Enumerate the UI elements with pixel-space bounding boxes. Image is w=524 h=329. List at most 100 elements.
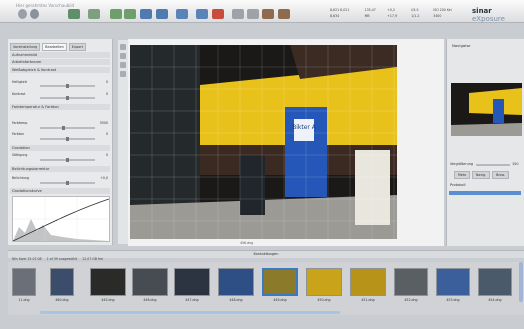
print-icon[interactable] (262, 9, 274, 19)
thumbnail[interactable] (436, 268, 470, 296)
picker-tool-icon[interactable] (120, 71, 126, 77)
thumbnail[interactable] (132, 268, 168, 296)
thumbnail[interactable] (174, 268, 210, 296)
thumbnail[interactable] (12, 268, 36, 296)
navigator-thumb-graphic (451, 83, 522, 136)
navigator-title: Navigator (452, 43, 471, 48)
saettigung-slider[interactable] (40, 158, 95, 162)
preview-caption: 456.dng (240, 241, 254, 245)
param-value: +0,0 (100, 176, 108, 180)
zoom-label: Vergrößerung (450, 162, 474, 166)
slider-knob[interactable] (66, 158, 69, 162)
belichtung-slider[interactable] (40, 181, 95, 185)
curve-graphic (12, 197, 110, 242)
preview-image[interactable]: Bikter A (130, 45, 397, 239)
app-logo: sinar eXposure (472, 7, 524, 23)
zoom-slider[interactable] (476, 164, 510, 166)
forward2-icon[interactable] (124, 9, 136, 19)
window-title: Hier gerahmtes Vorschaubild (16, 3, 75, 8)
thumbnail-filename: 448.dng (229, 298, 243, 302)
tab-navig[interactable]: Navig. (471, 171, 491, 179)
curve-histogram[interactable] (12, 196, 110, 242)
zoom-value: 100 (512, 162, 519, 166)
import-icon[interactable] (88, 9, 100, 19)
param-value: 0 (105, 92, 108, 96)
tab-meta[interactable]: Meta (454, 171, 470, 179)
filmstrip-info-2: 1 of 39 ausgewählt (46, 257, 78, 261)
thumbnail[interactable] (306, 268, 342, 296)
protocol-selected-entry[interactable] (449, 191, 521, 195)
section-weissabgleich[interactable]: Weißabgleich & Kontrast (10, 67, 110, 73)
forward-icon[interactable] (110, 9, 122, 19)
slider-knob[interactable] (66, 96, 69, 100)
hand-tool-icon[interactable] (120, 44, 126, 50)
navigator-thumbnail[interactable] (451, 83, 522, 136)
section-belichtung[interactable]: Belichtungskorrektur (10, 166, 110, 172)
param-value: 0 (105, 153, 108, 157)
exif-readouts: 8,621 6,021 8,634 135,47 MB +0,2 +17,9 f… (330, 7, 460, 19)
crop-tool-icon[interactable] (120, 62, 126, 68)
thumbnail[interactable] (90, 268, 126, 296)
slider-knob[interactable] (66, 137, 69, 141)
undo-icon[interactable] (232, 9, 244, 19)
thumbnail-selected[interactable] (262, 268, 298, 296)
rotate-left-icon[interactable] (140, 9, 152, 19)
thumbnail[interactable] (350, 268, 386, 296)
thumbnail-filename: 452.dng (404, 298, 418, 302)
thumbnail-filename: 11.dng (18, 298, 30, 302)
open-icon[interactable] (30, 9, 39, 19)
logo-product: eXposure (472, 15, 505, 23)
filmstrip-info-3: 12,07 GB frei (82, 257, 104, 261)
view-mode-icon[interactable] (176, 9, 188, 19)
slider-knob[interactable] (66, 181, 69, 185)
capture-icon[interactable] (68, 9, 80, 19)
right-panel-tabs: Meta Navig. Brow. (454, 171, 509, 179)
rotate-right-icon[interactable] (156, 9, 168, 19)
tab-voreinstellung[interactable]: Voreinstellung (10, 43, 41, 51)
param-value: 0 (105, 80, 108, 84)
thumbnail[interactable] (218, 268, 254, 296)
compare-icon[interactable] (196, 9, 208, 19)
readout-1: 8,621 6,021 8,634 (330, 8, 350, 18)
section-gradation[interactable]: Gradation (10, 145, 110, 151)
thumbnail-filename: 450.dng (317, 298, 331, 302)
section-farbtemperatur[interactable]: Farbtemperatur & Farbton (10, 104, 110, 110)
param-row: Belichtung +0,0 (12, 176, 108, 181)
zoom-tool-icon[interactable] (120, 53, 126, 59)
filmstrip-info-1: Nils Kwei 15.07.08 (12, 257, 42, 261)
tab-bearbeiten[interactable]: Bearbeiten (42, 43, 67, 51)
kontrast-slider[interactable] (40, 96, 95, 100)
traffic-light-rating-icon[interactable] (212, 9, 224, 19)
param-value: 0 (105, 132, 108, 136)
filmstrip-scrollbar[interactable] (40, 311, 340, 314)
readout-5: ISO 200 Kel 3400 (433, 8, 452, 18)
right-panel (446, 39, 524, 246)
tab-brow[interactable]: Brow. (492, 171, 509, 179)
tab-export[interactable]: Export (68, 43, 86, 51)
section-arbeitsfarbraum[interactable]: Arbeitsfarbraum (10, 59, 110, 65)
filmstrip-vertical-scrollbar[interactable] (519, 262, 523, 302)
protocol-title: Protokoll (450, 183, 466, 187)
redo-icon[interactable] (247, 9, 259, 19)
helligkeit-slider[interactable] (40, 84, 95, 88)
thumbnail[interactable] (478, 268, 512, 296)
thumbnail[interactable] (394, 268, 428, 296)
slider-knob[interactable] (66, 84, 69, 88)
section-aufnahmebild[interactable]: Aufnahmebild (10, 52, 110, 58)
left-panel-tabs: Voreinstellung Bearbeiten Export (10, 43, 86, 51)
farbton-slider[interactable] (40, 137, 95, 141)
thumbnail-filename: 447.dng (185, 298, 199, 302)
readout-3: +0,2 +17,9 (387, 8, 398, 18)
thumbnail-filename: 453.dng (446, 298, 460, 302)
farbtemp-slider[interactable] (40, 126, 95, 130)
export-icon[interactable] (278, 9, 290, 19)
traffic-light-icon[interactable] (18, 9, 27, 19)
section-gradationskurve[interactable]: Gradationskurve (10, 188, 110, 194)
thumbnail-filename: 460.dng (55, 298, 69, 302)
thumbnail[interactable] (50, 268, 74, 296)
readout-2: 135,47 MB (364, 8, 376, 18)
param-row: Sättigung 0 (12, 153, 108, 158)
thumbnail-filename: 454.dng (488, 298, 502, 302)
param-label: Helligkeit (12, 80, 27, 84)
slider-knob[interactable] (62, 126, 65, 130)
